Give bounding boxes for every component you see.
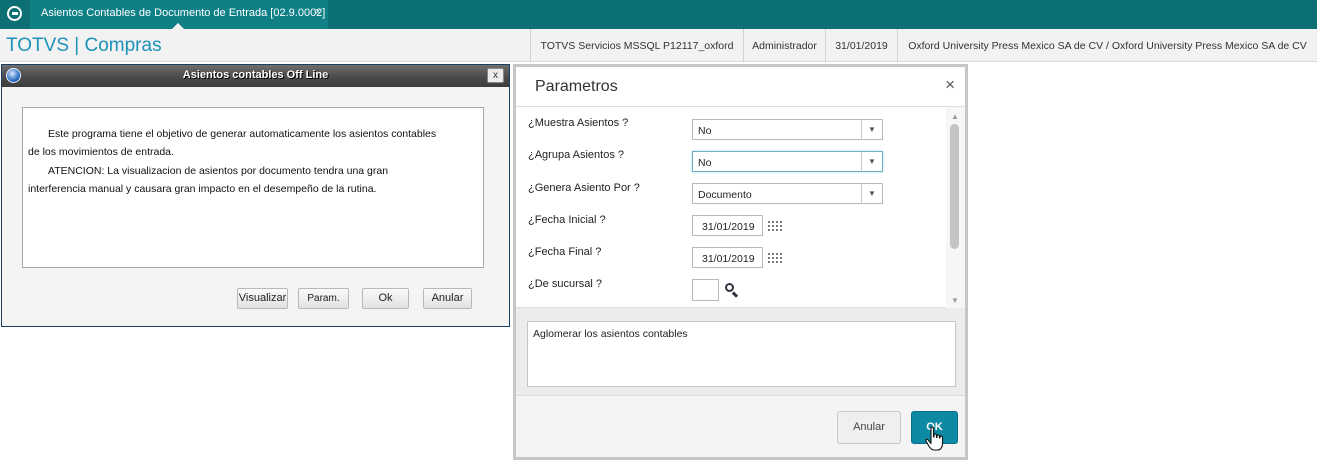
param-button[interactable]: Param. bbox=[298, 288, 349, 309]
dialog-header: Parametros × bbox=[516, 67, 965, 107]
calendar-icon[interactable] bbox=[768, 253, 783, 265]
ok-button[interactable]: Ok bbox=[362, 288, 409, 309]
company-label: Oxford University Press Mexico SA de CV … bbox=[897, 29, 1317, 62]
dialog-footer: Anular OK bbox=[516, 395, 965, 457]
field-label-agrupa-asientos: ¿Agrupa Asientos ? bbox=[528, 149, 625, 161]
offline-dialog: Asientos contables Off Line x Este progr… bbox=[1, 64, 510, 327]
environment-label: TOTVS Servicios MSSQL P12117_oxford bbox=[530, 29, 743, 62]
help-text: Aglomerar los asientos contables bbox=[533, 328, 688, 340]
parametros-dialog: Parametros × ¿Muestra Asientos ? No ▼ ¿A… bbox=[513, 64, 968, 460]
date-value: 31/01/2019 bbox=[702, 221, 755, 233]
de-sucursal-input[interactable] bbox=[692, 279, 719, 301]
message-line: de los movimientos de entrada. bbox=[28, 146, 174, 158]
app-header: TOTVS | Compras TOTVS Servicios MSSQL P1… bbox=[0, 29, 1317, 62]
user-label: Administrador bbox=[743, 29, 825, 62]
parameters-panel: ¿Muestra Asientos ? No ▼ ¿Agrupa Asiento… bbox=[516, 107, 965, 308]
field-label-genera-asiento-por: ¿Genera Asiento Por ? bbox=[528, 182, 640, 194]
calendar-icon[interactable] bbox=[768, 221, 783, 233]
chevron-down-icon[interactable]: ▼ bbox=[861, 120, 882, 139]
scroll-up-icon[interactable]: ▲ bbox=[951, 112, 959, 121]
tab-asientos-contables[interactable]: Asientos Contables de Documento de Entra… bbox=[30, 0, 328, 30]
select-value: No bbox=[698, 125, 712, 137]
tab-close-icon[interactable]: × bbox=[315, 6, 321, 18]
hand-pointer-icon bbox=[925, 426, 944, 451]
tab-title: Asientos Contables de Documento de Entra… bbox=[41, 7, 326, 19]
dialog-title: Parametros bbox=[535, 78, 618, 95]
scroll-down-icon[interactable]: ▼ bbox=[951, 296, 959, 305]
anular-button[interactable]: Anular bbox=[837, 411, 901, 444]
chevron-down-icon[interactable]: ▼ bbox=[861, 184, 882, 203]
anular-button[interactable]: Anular bbox=[423, 288, 472, 309]
select-value: No bbox=[698, 157, 712, 169]
search-icon[interactable] bbox=[725, 283, 739, 298]
message-line: Este programa tiene el objetivo de gener… bbox=[48, 128, 437, 140]
date-value: 31/01/2019 bbox=[702, 253, 755, 265]
field-label-fecha-inicial: ¿Fecha Inicial ? bbox=[528, 214, 606, 226]
field-label-de-sucursal: ¿De sucursal ? bbox=[528, 278, 602, 290]
dialog-titlebar: Asientos contables Off Line x bbox=[2, 65, 509, 87]
fecha-inicial-input[interactable]: 31/01/2019 bbox=[692, 215, 763, 236]
message-line: interferencia manual y causara gran impa… bbox=[28, 183, 377, 195]
chevron-down-icon[interactable]: ▼ bbox=[861, 152, 882, 171]
date-label: 31/01/2019 bbox=[825, 29, 897, 62]
field-label-muestra-asientos: ¿Muestra Asientos ? bbox=[528, 117, 629, 129]
close-icon[interactable]: x bbox=[487, 68, 504, 83]
dialog-title: Asientos contables Off Line bbox=[182, 69, 329, 81]
help-text-box: Aglomerar los asientos contables bbox=[527, 321, 956, 387]
genera-asiento-por-select[interactable]: Documento ▼ bbox=[692, 183, 883, 204]
params-scrollbar[interactable]: ▲ ▼ bbox=[946, 107, 965, 308]
field-label-fecha-final: ¿Fecha Final ? bbox=[528, 246, 602, 258]
select-value: Documento bbox=[698, 189, 752, 201]
top-tab-bar: Asientos Contables de Documento de Entra… bbox=[0, 0, 1317, 30]
message-box: Este programa tiene el objetivo de gener… bbox=[22, 107, 484, 268]
app-brand: TOTVS | Compras bbox=[6, 35, 162, 56]
scroll-thumb[interactable] bbox=[950, 124, 959, 249]
visualizar-button[interactable]: Visualizar bbox=[237, 288, 288, 309]
agrupa-asientos-select[interactable]: No ▼ bbox=[692, 151, 883, 172]
close-icon[interactable]: × bbox=[945, 75, 955, 95]
muestra-asientos-select[interactable]: No ▼ bbox=[692, 119, 883, 140]
message-line: ATENCION: La visualizacion de asientos p… bbox=[48, 165, 389, 177]
fecha-final-input[interactable]: 31/01/2019 bbox=[692, 247, 763, 268]
totvs-logo-icon[interactable] bbox=[4, 4, 26, 24]
